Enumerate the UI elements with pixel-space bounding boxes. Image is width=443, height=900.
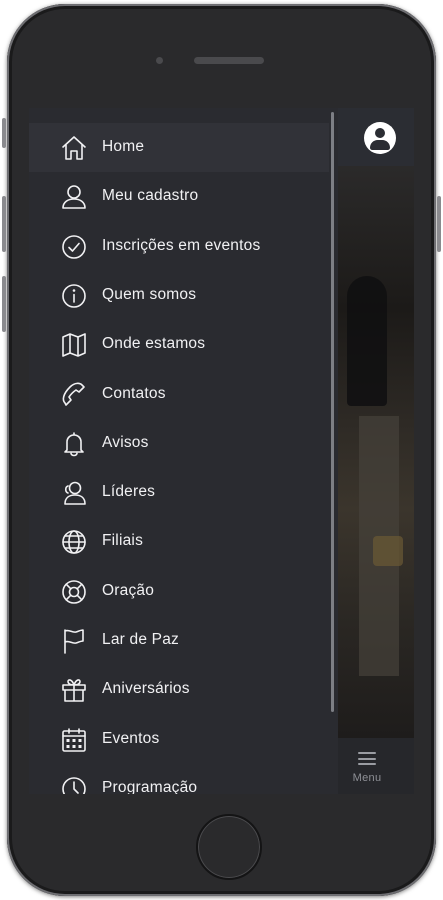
drawer-item-label: Quem somos xyxy=(102,285,197,303)
hamburger-icon xyxy=(358,752,376,765)
info-icon xyxy=(60,282,88,310)
home-icon xyxy=(60,134,88,162)
app-screen: Menu Home Meu cadastro Inscrições em event… xyxy=(29,108,414,794)
drawer-item-meu-cadastro[interactable]: Meu cadastro xyxy=(29,172,329,221)
drawer-item-label: Filiais xyxy=(102,532,144,550)
gift-icon xyxy=(60,676,88,704)
clock-icon xyxy=(60,775,88,794)
drawer-item-label: Oração xyxy=(102,581,155,599)
drawer-item-label: Programação xyxy=(102,778,198,794)
front-camera xyxy=(156,57,163,64)
map-icon xyxy=(60,331,88,359)
earpiece-speaker xyxy=(194,57,264,64)
drawer-item-label: Contatos xyxy=(102,384,166,402)
drawer-item-label: Eventos xyxy=(102,729,160,747)
drawer-item-eventos[interactable]: Eventos xyxy=(29,715,329,764)
user-icon xyxy=(60,183,88,211)
drawer-item-home[interactable]: Home xyxy=(29,123,329,172)
mute-switch xyxy=(2,118,6,148)
bell-icon xyxy=(60,430,88,458)
globe-icon xyxy=(60,528,88,556)
drawer-scrollbar[interactable] xyxy=(331,112,334,712)
drawer-item-contatos[interactable]: Contatos xyxy=(29,370,329,419)
drawer-item-filiais[interactable]: Filiais xyxy=(29,517,329,566)
calendar-icon xyxy=(60,726,88,754)
drawer-item-label: Meu cadastro xyxy=(102,187,199,205)
drawer-item-lideres[interactable]: Líderes xyxy=(29,468,329,517)
drawer-item-programacao[interactable]: Programação xyxy=(29,764,329,794)
drawer-item-oracao[interactable]: Oração xyxy=(29,567,329,616)
drawer-item-label: Home xyxy=(102,138,145,155)
phone-icon xyxy=(60,381,88,409)
drawer-item-avisos[interactable]: Avisos xyxy=(29,419,329,468)
check-circle-icon xyxy=(60,233,88,261)
flag-icon xyxy=(60,627,88,655)
lifebuoy-icon xyxy=(60,578,88,606)
drawer-item-onde-estamos[interactable]: Onde estamos xyxy=(29,320,329,369)
drawer-item-label: Onde estamos xyxy=(102,335,206,353)
menu-tab-label: Menu xyxy=(352,772,382,784)
volume-up-button xyxy=(2,196,6,252)
drawer-item-aniversarios[interactable]: Aniversários xyxy=(29,665,329,714)
drawer-item-label: Avisos xyxy=(102,433,149,451)
account-icon[interactable] xyxy=(364,122,396,154)
drawer-item-label: Inscrições em eventos xyxy=(102,236,261,254)
drawer-item-lar-de-paz[interactable]: Lar de Paz xyxy=(29,616,329,665)
drawer-item-quem-somos[interactable]: Quem somos xyxy=(29,271,329,320)
drawer-item-inscricoes-em-eventos[interactable]: Inscrições em eventos xyxy=(29,222,329,271)
drawer-item-label: Aniversários xyxy=(102,680,190,698)
navigation-drawer: Home Meu cadastro Inscrições em eventos Que… xyxy=(29,108,338,794)
menu-tab[interactable]: Menu xyxy=(337,744,397,788)
bottom-nav: Menu xyxy=(329,738,414,794)
hero-image xyxy=(329,166,414,738)
drawer-item-label: Lar de Paz xyxy=(102,631,179,648)
home-hardware-button[interactable] xyxy=(196,814,262,880)
drawer-item-label: Líderes xyxy=(102,483,156,501)
power-button xyxy=(437,196,441,252)
leaders-icon xyxy=(60,479,88,507)
volume-down-button xyxy=(2,276,6,332)
